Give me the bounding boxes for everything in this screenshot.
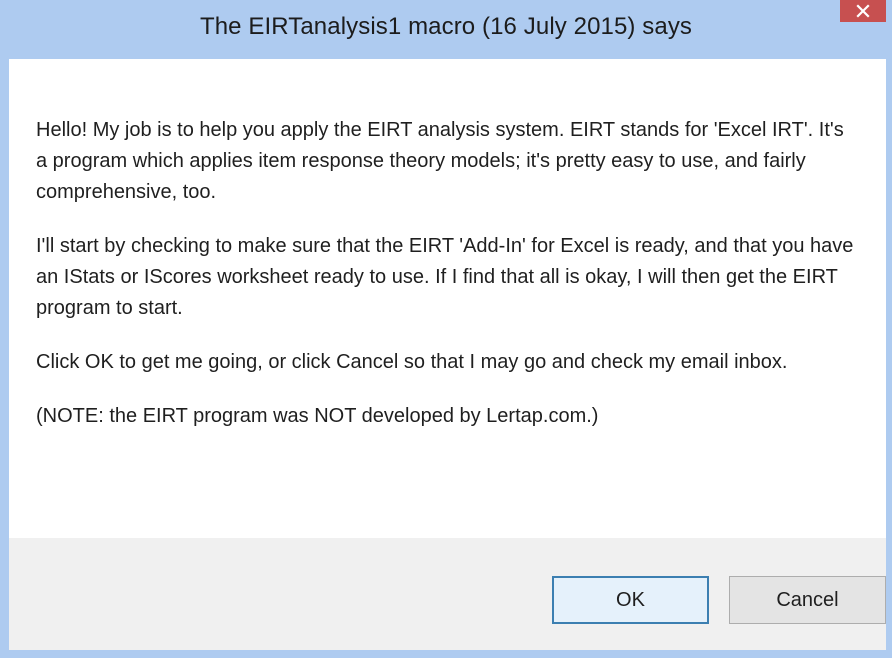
close-icon xyxy=(856,4,870,18)
dialog-body: Hello! My job is to help you apply the E… xyxy=(9,59,886,538)
dialog-title: The EIRTanalysis1 macro (16 July 2015) s… xyxy=(199,13,693,40)
close-button[interactable] xyxy=(840,0,886,22)
message-paragraph-intro: Hello! My job is to help you apply the E… xyxy=(36,119,844,203)
dialog-button-bar: OK Cancel xyxy=(9,538,886,650)
message-paragraph-check: I'll start by checking to make sure that… xyxy=(36,235,854,319)
ok-button[interactable]: OK xyxy=(552,576,709,624)
title-bar[interactable]: The EIRTanalysis1 macro (16 July 2015) s… xyxy=(0,0,892,59)
message-paragraph-instructions: Click OK to get me going, or click Cance… xyxy=(36,351,788,373)
cancel-button[interactable]: Cancel xyxy=(729,576,886,624)
message-text: Hello! My job is to help you apply the E… xyxy=(36,115,856,455)
message-paragraph-note: (NOTE: the EIRT program was NOT develope… xyxy=(36,405,599,427)
message-dialog: The EIRTanalysis1 macro (16 July 2015) s… xyxy=(0,0,892,658)
